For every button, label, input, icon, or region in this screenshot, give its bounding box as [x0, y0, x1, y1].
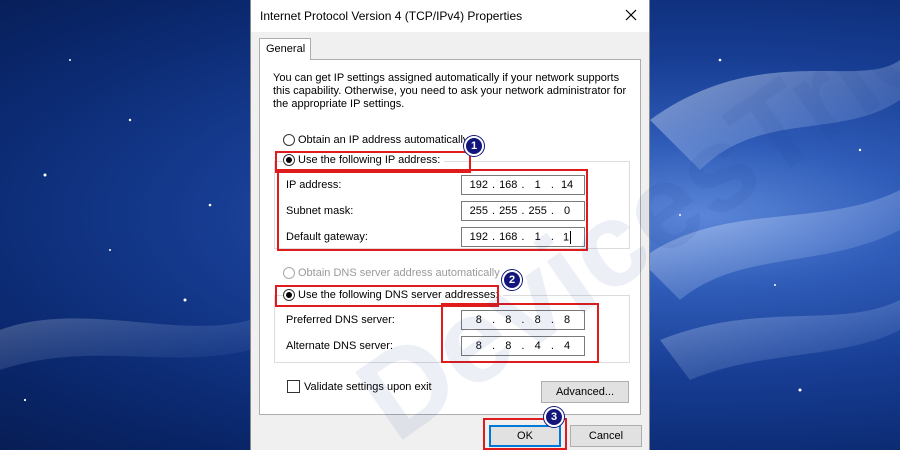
dialog-titlebar: Internet Protocol Version 4 (TCP/IPv4) P… [251, 0, 649, 32]
radio-button[interactable] [283, 134, 295, 146]
obtain-ip-auto-label: Obtain an IP address automatically [298, 134, 469, 146]
alternate-dns-label: Alternate DNS server: [286, 340, 393, 352]
close-button[interactable] [619, 4, 643, 26]
obtain-dns-auto-label: Obtain DNS server address automatically [298, 267, 500, 279]
highlight-dns-fields [441, 303, 599, 363]
close-icon [625, 9, 637, 21]
obtain-dns-auto-radio[interactable]: Obtain DNS server address automatically [283, 267, 500, 279]
validate-settings-checkbox[interactable]: Validate settings upon exit [287, 380, 432, 393]
preferred-dns-label: Preferred DNS server: [286, 314, 395, 326]
validate-settings-label: Validate settings upon exit [304, 380, 432, 393]
obtain-ip-auto-radio[interactable]: Obtain an IP address automatically [283, 134, 468, 146]
tab-general[interactable]: General [259, 38, 311, 60]
step-badge-3: 3 [544, 407, 564, 427]
checkbox[interactable] [287, 380, 300, 393]
intro-text: You can get IP settings assigned automat… [273, 72, 627, 110]
dialog-title: Internet Protocol Version 4 (TCP/IPv4) P… [260, 9, 523, 23]
radio-button[interactable] [283, 267, 295, 279]
highlight-ip-fields [277, 169, 588, 251]
step-badge-1: 1 [464, 136, 484, 156]
advanced-button[interactable]: Advanced... [541, 381, 629, 403]
cancel-button[interactable]: Cancel [570, 425, 642, 447]
step-badge-2: 2 [502, 270, 522, 290]
